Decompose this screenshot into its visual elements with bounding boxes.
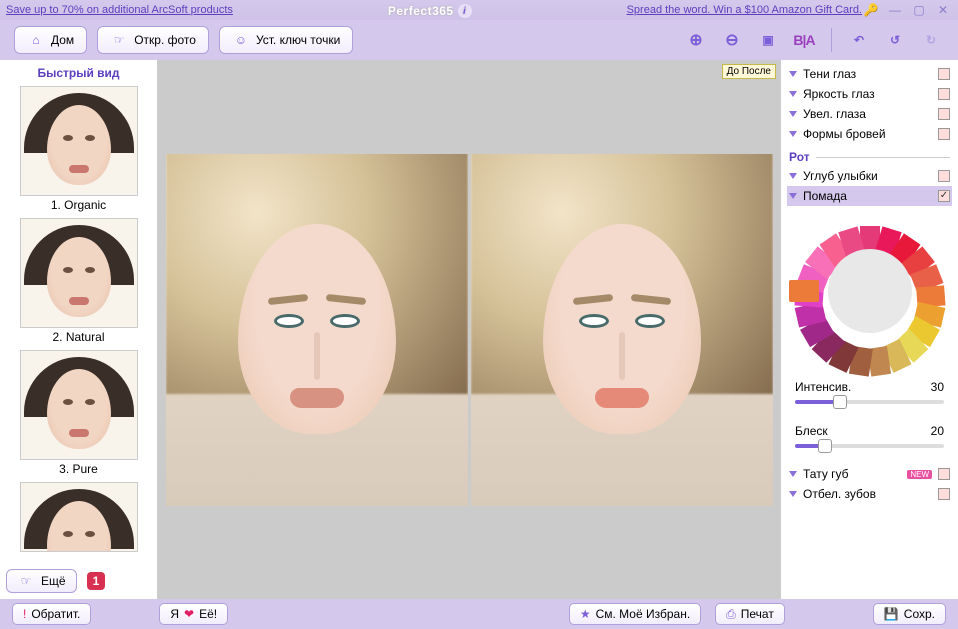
chevron-down-icon <box>789 111 797 117</box>
adjustment-label: Тени глаз <box>803 67 932 81</box>
adjustment-row[interactable]: Углуб улыбки <box>787 166 952 186</box>
undo-button[interactable]: ↺ <box>882 27 908 53</box>
more-presets-button[interactable]: ☞Ещё <box>6 569 77 593</box>
maximize-button[interactable]: ▢ <box>910 3 928 17</box>
before-after-tooltip: До После <box>722 64 776 79</box>
separator <box>831 28 832 52</box>
zoom-out-button[interactable]: ⊖ <box>719 27 745 53</box>
slider: Блеск 20 <box>787 420 952 464</box>
slider-value: 30 <box>931 380 944 394</box>
canvas: До После <box>158 60 780 599</box>
minimize-button[interactable]: — <box>886 3 904 17</box>
chevron-down-icon <box>789 173 797 179</box>
chevron-down-icon <box>789 491 797 497</box>
home-icon: ⌂ <box>27 31 45 49</box>
favorites-button[interactable]: ★См. Моё Избран. <box>569 603 701 625</box>
photo-before[interactable] <box>166 154 468 506</box>
more-count-badge: 1 <box>87 572 106 590</box>
fit-screen-button[interactable]: ▣ <box>755 27 781 53</box>
preset-label: 3. Pure <box>20 462 137 476</box>
star-icon: ★ <box>580 607 591 621</box>
color-wheel-center <box>828 249 912 333</box>
print-button[interactable]: ⎙Печат <box>715 603 785 625</box>
hand-icon: ☞ <box>110 31 128 49</box>
redo-button[interactable]: ↻ <box>918 27 944 53</box>
adjustment-label: Формы бровей <box>803 127 932 141</box>
hand-icon: ☞ <box>17 572 35 590</box>
slider-track[interactable] <box>795 444 944 448</box>
chevron-down-icon <box>789 471 797 477</box>
preset-item[interactable]: 2. Natural <box>20 218 137 344</box>
face-icon: ☺ <box>232 31 250 49</box>
photo-after[interactable] <box>471 154 773 506</box>
close-button[interactable]: ✕ <box>934 3 952 17</box>
adjustment-row[interactable]: Формы бровей <box>787 124 952 144</box>
preset-item[interactable]: 1. Organic <box>20 86 137 212</box>
category-header: Рот <box>787 144 952 166</box>
feedback-button[interactable]: !Обратит. <box>12 603 91 625</box>
adjustment-checkbox[interactable] <box>938 128 950 140</box>
app-title: Perfect365i <box>233 2 627 18</box>
adjustment-row[interactable]: Тату губ NEW <box>787 464 952 484</box>
new-badge: NEW <box>907 470 932 479</box>
slider-label: Интенсив. <box>795 380 851 394</box>
exclaim-icon: ! <box>23 607 26 621</box>
adjustment-row[interactable]: Помада <box>787 186 952 206</box>
adjustment-label: Яркость глаз <box>803 87 932 101</box>
adjustment-label: Углуб улыбки <box>803 169 932 183</box>
color-selected <box>789 280 819 302</box>
titlebar: Save up to 70% on additional ArcSoft pro… <box>0 0 958 20</box>
slider-thumb[interactable] <box>833 395 847 409</box>
key-icon[interactable]: 🔑 <box>862 3 880 17</box>
info-icon[interactable]: i <box>458 4 472 18</box>
home-button[interactable]: ⌂Дом <box>14 26 87 54</box>
adjustment-checkbox[interactable] <box>938 488 950 500</box>
slider-track[interactable] <box>795 400 944 404</box>
adjustment-label: Увел. глаза <box>803 107 932 121</box>
adjustment-checkbox[interactable] <box>938 170 950 182</box>
toolbar: ⌂Дом ☞Откр. фото ☺Уст. ключ точки ⊕ ⊖ ▣ … <box>0 20 958 60</box>
keypoints-button[interactable]: ☺Уст. ключ точки <box>219 26 353 54</box>
adjustment-row[interactable]: Тени глаз <box>787 64 952 84</box>
adjustment-checkbox[interactable] <box>938 468 950 480</box>
undo-all-button[interactable]: ↶ <box>846 27 872 53</box>
open-photo-button[interactable]: ☞Откр. фото <box>97 26 209 54</box>
disk-icon: 💾 <box>884 607 899 621</box>
chevron-down-icon <box>789 71 797 77</box>
adjustments-panel: Тени глаз Яркость глаз Увел. глаза Формы бр… <box>780 60 958 599</box>
heart-icon: ❤ <box>184 607 194 621</box>
chevron-down-icon <box>789 131 797 137</box>
promo-left-link[interactable]: Save up to 70% on additional ArcSoft pro… <box>6 4 233 16</box>
statusbar: !Обратит. Я❤Eё! ★См. Моё Избран. ⎙Печат … <box>0 599 958 629</box>
chevron-down-icon <box>789 91 797 97</box>
love-button[interactable]: Я❤Eё! <box>159 603 228 625</box>
adjustment-checkbox[interactable] <box>938 68 950 80</box>
preset-item[interactable]: 3. Pure <box>20 350 137 476</box>
adjustment-label: Помада <box>803 189 932 203</box>
adjustment-checkbox[interactable] <box>938 88 950 100</box>
adjustment-row[interactable]: Увел. глаза <box>787 104 952 124</box>
print-icon: ⎙ <box>726 607 736 622</box>
adjustment-label: Тату губ <box>803 467 901 481</box>
adjustment-label: Отбел. зубов <box>803 487 932 501</box>
slider-thumb[interactable] <box>818 439 832 453</box>
color-wheel[interactable] <box>795 216 945 366</box>
preset-label: 1. Organic <box>20 198 137 212</box>
zoom-in-button[interactable]: ⊕ <box>683 27 709 53</box>
sidebar-title: Быстрый вид <box>0 60 157 86</box>
adjustment-checkbox[interactable] <box>938 108 950 120</box>
save-button[interactable]: 💾Сохр. <box>873 603 946 625</box>
chevron-down-icon <box>789 193 797 199</box>
adjustment-row[interactable]: Яркость глаз <box>787 84 952 104</box>
slider: Интенсив. 30 <box>787 376 952 420</box>
preset-item[interactable] <box>20 482 137 552</box>
before-after-button[interactable]: B|A <box>791 27 817 53</box>
slider-value: 20 <box>931 424 944 438</box>
adjustment-checkbox[interactable] <box>938 190 950 202</box>
promo-right-link[interactable]: Spread the word. Win a $100 Amazon Gift … <box>627 4 862 16</box>
slider-label: Блеск <box>795 424 828 438</box>
preset-label: 2. Natural <box>20 330 137 344</box>
sidebar: Быстрый вид 1. Organic2. Natural3. Pure … <box>0 60 158 599</box>
adjustment-row[interactable]: Отбел. зубов <box>787 484 952 504</box>
